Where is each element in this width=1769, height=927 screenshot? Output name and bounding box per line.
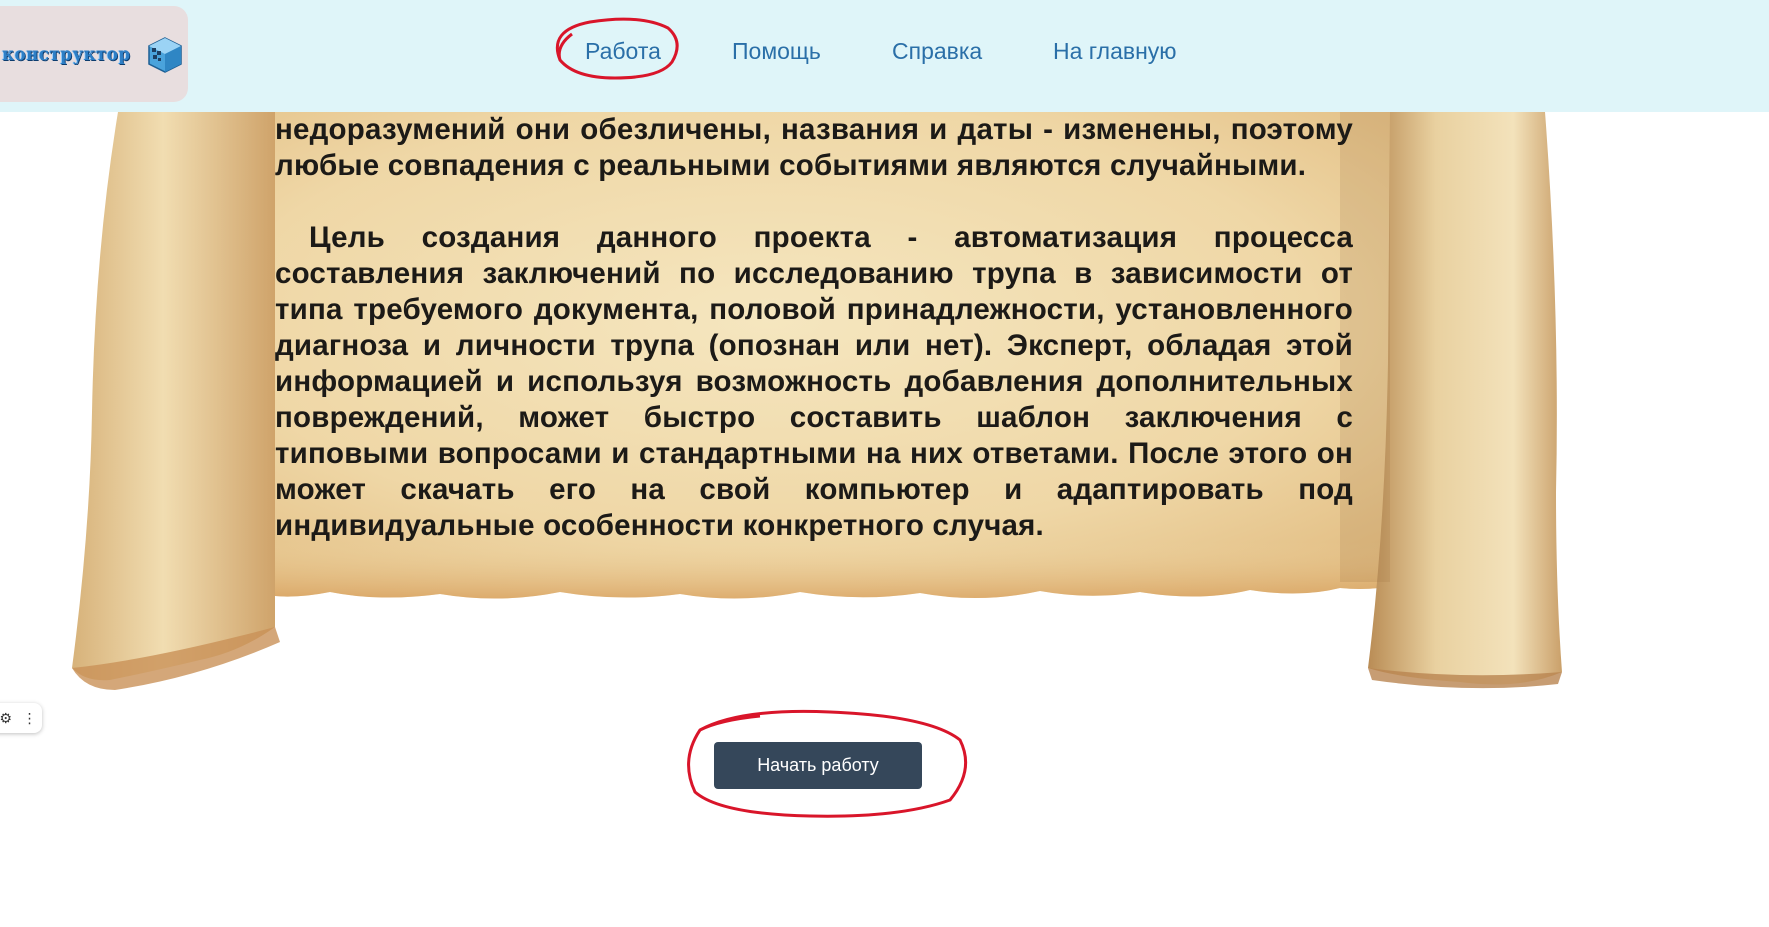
cube-logo-icon: [148, 37, 182, 73]
more-vertical-icon[interactable]: ⋮: [23, 710, 37, 727]
nav-link-reference[interactable]: Справка: [892, 38, 982, 65]
project-description: недоразумений они обезличены, названия и…: [275, 112, 1353, 544]
nav-link-work[interactable]: Работа: [585, 38, 661, 65]
floating-side-widget[interactable]: ⚙ ⋮: [0, 703, 42, 733]
start-work-button[interactable]: Начать работу: [714, 742, 922, 789]
logo-text: конструктор: [2, 43, 131, 65]
site-header: конструктор Работа Помощь Справка На гла…: [0, 0, 1769, 112]
paragraph-purpose: Цель создания данного проекта - автомати…: [275, 221, 1353, 542]
parchment-scroll: недоразумений они обезличены, названия и…: [0, 112, 1769, 712]
nav-link-help[interactable]: Помощь: [732, 38, 821, 65]
puzzle-icon[interactable]: ⚙: [0, 710, 12, 727]
paragraph-disclaimer: недоразумений они обезличены, названия и…: [275, 113, 1353, 182]
nav-link-home[interactable]: На главную: [1053, 38, 1177, 65]
site-logo[interactable]: конструктор: [0, 6, 188, 102]
